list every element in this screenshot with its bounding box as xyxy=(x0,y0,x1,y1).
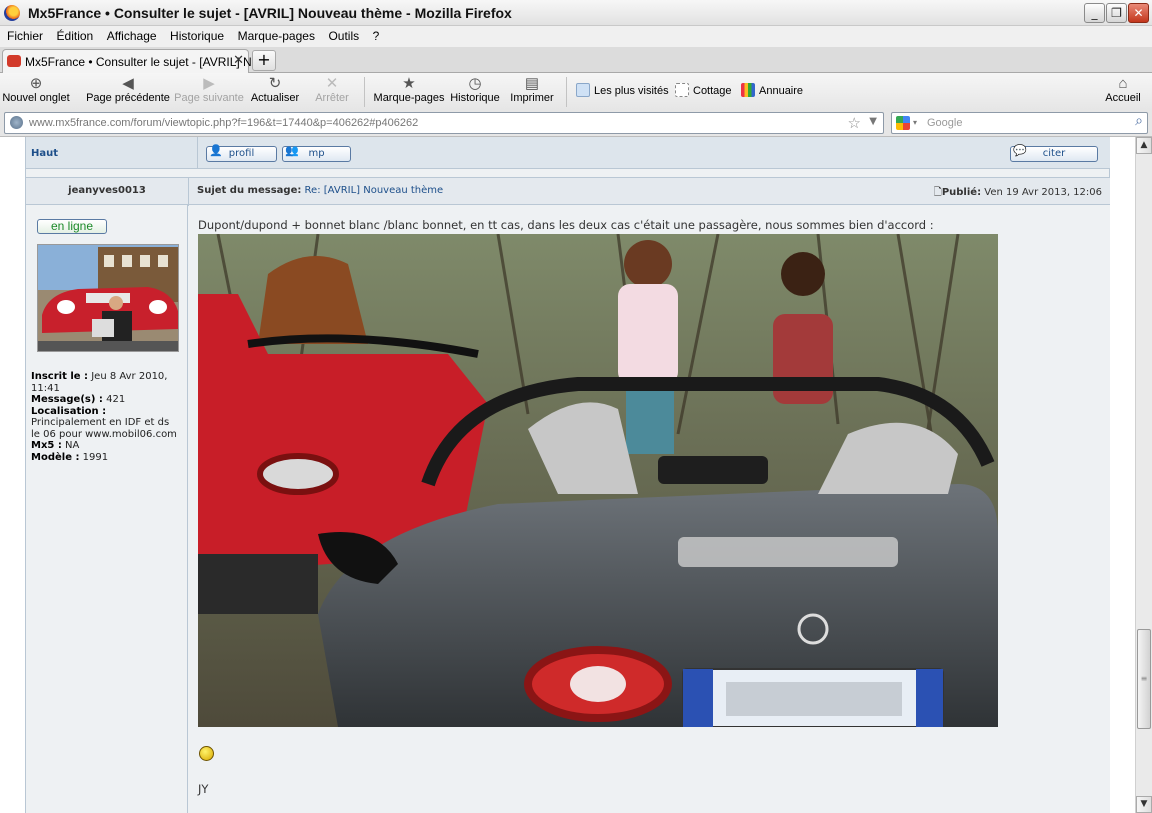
post-header: jeanyves0013 Sujet du message: Re: [AVRI… xyxy=(26,177,1110,206)
forward-button[interactable]: ▶ Page suivante xyxy=(173,75,245,104)
reload-button[interactable]: ↻ Actualiser xyxy=(249,75,301,104)
online-status-badge: en ligne xyxy=(37,219,107,234)
minimize-button[interactable]: _ xyxy=(1084,3,1105,23)
post-date: 🗋Publié: Ven 19 Avr 2013, 12:06 xyxy=(933,187,1102,198)
column-divider xyxy=(197,137,198,169)
folder-icon xyxy=(675,83,689,97)
profile-info: Inscrit le : Jeu 8 Avr 2010, 11:41 Messa… xyxy=(31,371,181,463)
author-profile-column: en ligne Inscrit le: Jeu 8 Avr 2010, 11… xyxy=(26,205,188,813)
user-icon: 👤 xyxy=(209,144,223,157)
profile-location: Principalement en IDF et ds le 06 pour w… xyxy=(31,417,177,440)
post-author[interactable]: jeanyves0013 xyxy=(26,185,188,196)
post-image xyxy=(198,234,998,727)
menu-bar: Fichier Édition Affichage Historique Mar… xyxy=(0,26,1152,47)
menu-fichier[interactable]: Fichier xyxy=(7,26,43,47)
site-favicon-icon xyxy=(7,55,21,67)
clock-icon: ◷ xyxy=(468,75,482,92)
post-body-text: Dupont/dupond + bonnet blanc /blanc bonn… xyxy=(198,218,934,232)
back-button[interactable]: ◀ Page précédente xyxy=(85,75,171,104)
profile-model: 1991 xyxy=(82,451,109,463)
back-arrow-icon: ◀ xyxy=(122,75,134,92)
forward-arrow-icon: ▶ xyxy=(203,75,215,92)
new-tab-toolbar-button[interactable]: ⊕ Nouvel onglet xyxy=(2,75,70,104)
maximize-button[interactable]: ❐ xyxy=(1106,3,1127,23)
tab-bar: Mx5France • Consulter le sujet - [AVRIL]… xyxy=(0,47,1152,73)
quote-button[interactable]: 💬 citer xyxy=(1010,144,1098,162)
address-bar-row: www.mx5france.com/forum/viewtopic.php?f=… xyxy=(0,110,1152,137)
toolbar-separator xyxy=(566,77,567,107)
globe-icon xyxy=(10,116,23,129)
reload-icon: ↻ xyxy=(268,75,282,92)
scroll-down-icon[interactable]: ▼ xyxy=(1136,796,1152,813)
tab-label: Mx5France • Consulter le sujet - [AVRIL]… xyxy=(25,55,269,69)
history-button[interactable]: ◷ Historique xyxy=(449,75,501,104)
tab-active[interactable]: Mx5France • Consulter le sujet - [AVRIL]… xyxy=(2,49,268,73)
post-subject-link[interactable]: Re: [AVRIL] Nouveau thème xyxy=(305,185,444,196)
menu-historique[interactable]: Historique xyxy=(170,26,224,47)
bookmark-annuaire[interactable]: Annuaire xyxy=(741,83,803,97)
menu-edition[interactable]: Édition xyxy=(57,26,94,47)
search-engine-dropdown-icon[interactable]: ▾ xyxy=(913,118,917,127)
stop-button[interactable]: ✕ Arrêter xyxy=(311,75,353,104)
menu-marque-pages[interactable]: Marque-pages xyxy=(238,26,315,47)
navigation-toolbar: ⊕ Nouvel onglet ◀ Page précédente ▶ Page… xyxy=(0,73,1152,110)
bookmark-star-icon[interactable]: ☆ xyxy=(848,114,861,132)
close-button[interactable]: ✕ xyxy=(1128,3,1149,23)
url-text: www.mx5france.com/forum/viewtopic.php?f=… xyxy=(29,117,419,129)
post-body-column: Dupont/dupond + bonnet blanc /blanc bonn… xyxy=(189,205,1110,813)
forum-table: Haut 👤 profil 👥 mp 💬 citer jeanyves0013 xyxy=(25,137,1110,813)
url-input[interactable]: www.mx5france.com/forum/viewtopic.php?f=… xyxy=(4,112,884,134)
users-icon: 👥 xyxy=(285,144,299,157)
bookmark-star-icon: ★ xyxy=(402,75,416,92)
magnifier-icon[interactable]: ⌕ xyxy=(1135,113,1143,129)
avatar xyxy=(37,244,179,352)
column-divider xyxy=(188,178,189,206)
new-tab-icon: ⊕ xyxy=(29,75,43,92)
google-icon[interactable] xyxy=(896,116,910,130)
home-button[interactable]: ⌂ Accueil xyxy=(1100,75,1146,104)
toolbar-separator xyxy=(364,77,365,107)
print-button[interactable]: ▤ Imprimer xyxy=(508,75,556,104)
search-placeholder: Google xyxy=(927,117,963,129)
profile-mx5: NA xyxy=(65,440,80,451)
page-content: Haut 👤 profil 👥 mp 💬 citer jeanyves0013 xyxy=(0,137,1135,813)
post-signature: JY xyxy=(198,782,209,796)
annuaire-icon xyxy=(741,83,755,97)
stop-icon: ✕ xyxy=(325,75,339,92)
new-tab-button[interactable]: + xyxy=(252,50,276,71)
window-title: Mx5France • Consulter le sujet - [AVRIL]… xyxy=(28,5,512,21)
browser-window: Mx5France • Consulter le sujet - [AVRIL]… xyxy=(0,0,1152,813)
bookmark-most-visited[interactable]: Les plus visités xyxy=(576,83,669,97)
url-dropdown-icon[interactable]: ▼ xyxy=(869,116,877,127)
title-bar: Mx5France • Consulter le sujet - [AVRIL]… xyxy=(0,0,1152,26)
scrollbar-thumb[interactable]: ≡ xyxy=(1137,629,1151,729)
previous-post-footer: Haut 👤 profil 👥 mp 💬 citer xyxy=(26,137,1110,169)
avatar-image xyxy=(38,245,178,351)
post-icon: 🗋 xyxy=(933,187,942,198)
profile-messages: 421 xyxy=(106,394,126,405)
vertical-scrollbar[interactable]: ▲ ≡ ▼ xyxy=(1135,137,1152,813)
menu-outils[interactable]: Outils xyxy=(328,26,359,47)
bookmark-cottage[interactable]: Cottage xyxy=(675,83,732,97)
menu-help[interactable]: ? xyxy=(373,26,380,47)
top-link[interactable]: Haut xyxy=(31,148,58,159)
most-visited-icon xyxy=(576,83,590,97)
menu-affichage[interactable]: Affichage xyxy=(107,26,157,47)
bookmarks-button[interactable]: ★ Marque-pages xyxy=(372,75,446,104)
tab-close-icon[interactable]: ✕ xyxy=(233,53,244,68)
speech-bubble-icon: 💬 xyxy=(1013,144,1027,157)
post-photo xyxy=(198,234,998,727)
private-message-button[interactable]: 👥 mp xyxy=(282,144,351,162)
scroll-up-icon[interactable]: ▲ xyxy=(1136,137,1152,154)
printer-icon: ▤ xyxy=(524,75,540,92)
smiley-icon xyxy=(199,746,214,761)
profile-button[interactable]: 👤 profil xyxy=(206,144,277,162)
home-icon: ⌂ xyxy=(1118,75,1128,92)
post-subject: Sujet du message: Re: [AVRIL] Nouveau th… xyxy=(197,185,444,196)
search-input[interactable]: ▾ Google ⌕ xyxy=(891,112,1148,134)
firefox-icon xyxy=(4,5,20,21)
